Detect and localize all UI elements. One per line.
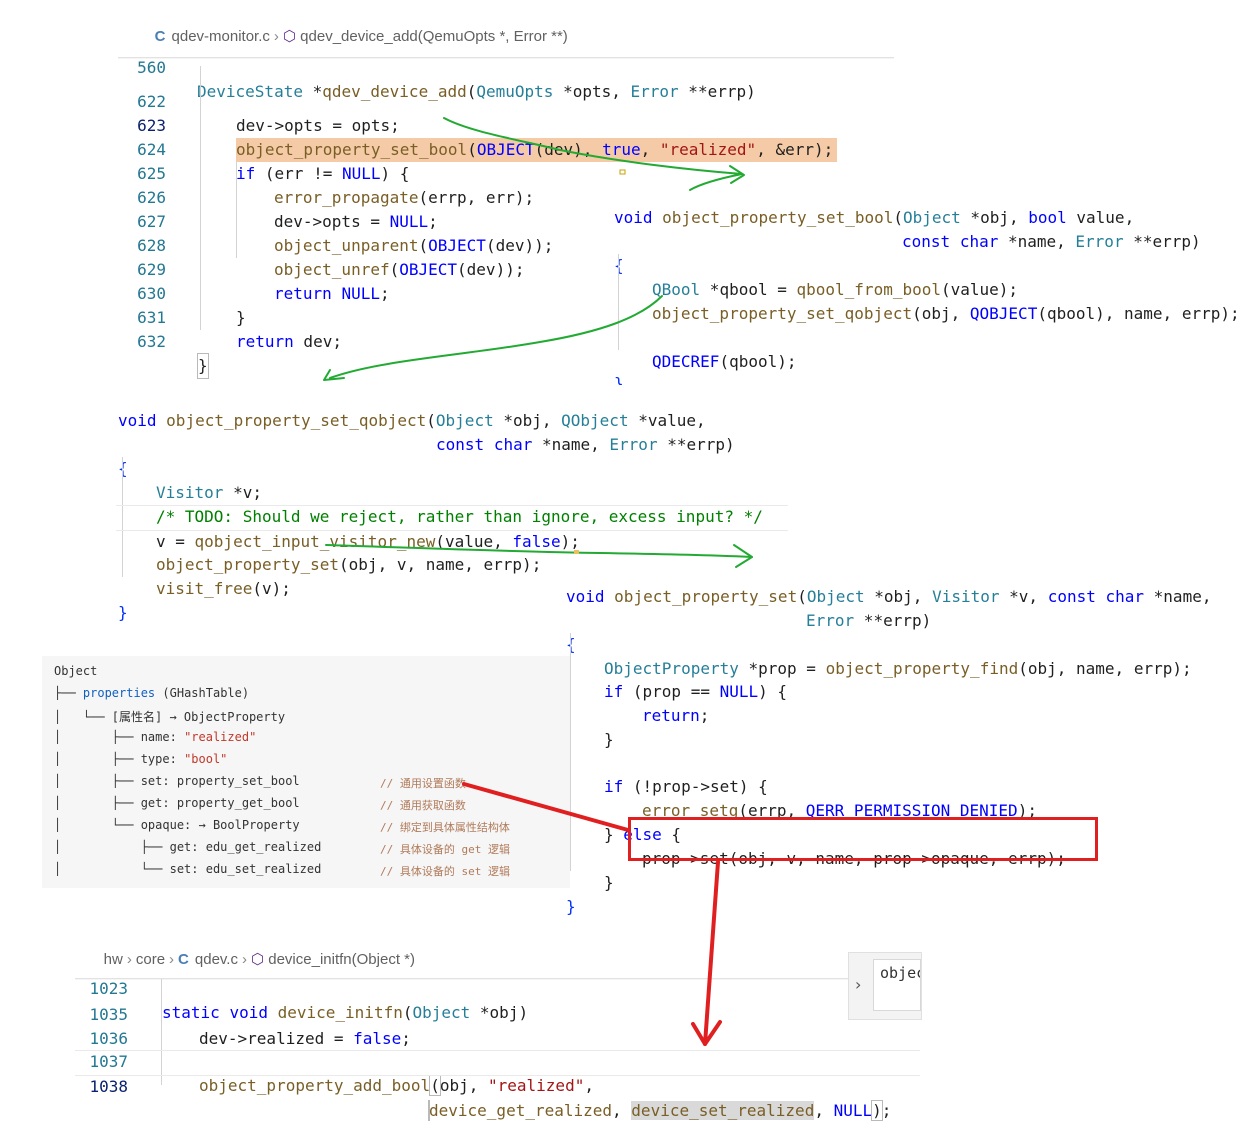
line-number: 632 — [137, 332, 166, 351]
code-line[interactable]: if (prop == NULL) { — [564, 656, 1224, 701]
code-line[interactable]: { — [116, 433, 788, 478]
tree-comment: // 绑定到具体属性结构体 — [380, 821, 510, 834]
sticky-scroll-line[interactable]: 560 DeviceState *qdev_device_add(QemuOpt… — [118, 32, 894, 101]
code-line[interactable]: if (!prop->set) { — [564, 751, 1224, 796]
tree-row: ├── properties (GHashTable) — [54, 686, 250, 700]
green-arrow-2-head — [323, 369, 345, 381]
tree-comment: // 通用设置函数 — [380, 777, 466, 790]
code-line[interactable]: } — [564, 704, 1224, 749]
code-line[interactable]: 622 dev->opts = opts; — [118, 66, 894, 135]
code-comment[interactable]: /* TODO: Should we reject, rather than i… — [116, 481, 788, 526]
code-line-current[interactable]: 623 object_property_set_bool(OBJECT(dev)… — [118, 90, 894, 162]
code-line[interactable]: void object_property_set_bool(Object *ob… — [612, 182, 1240, 227]
code-line[interactable]: return; — [564, 680, 1224, 725]
tree-row: │ └── opaque: → BoolProperty — [54, 818, 300, 832]
tree-row: │ ├── name: "realized" — [54, 730, 257, 744]
highlight-box-prop-set — [628, 817, 1098, 861]
tree-comment: // 具体设备的 set 逻辑 — [380, 865, 510, 878]
tree-row: │ ├── type: "bool" — [54, 752, 228, 766]
code-line[interactable]: Visitor *v; — [116, 457, 788, 502]
code-line[interactable]: } — [612, 348, 1240, 393]
line-number: 1038 — [89, 1077, 128, 1096]
tree-row: │ ├── get: edu_get_realized — [54, 840, 322, 854]
peek-input[interactable]: objec — [873, 959, 921, 1011]
peek-widget[interactable]: › objec — [848, 952, 922, 1020]
code-line[interactable]: 625 error_propagate(errp, err); — [118, 138, 894, 207]
code-line[interactable]: const char *name, Error **errp) — [116, 409, 788, 454]
object-tree-diagram: Object ├── properties (GHashTable) │ └──… — [42, 656, 570, 888]
code-line[interactable]: const char *name, Error **errp) — [612, 206, 1240, 251]
sticky-scroll-line[interactable]: 1023 static void device_initfn(Object *o… — [75, 953, 920, 1022]
tree-comment: // 具体设备的 get 逻辑 — [380, 843, 510, 856]
code-line[interactable]: object_property_set(obj, v, name, errp); — [116, 529, 788, 574]
code-line[interactable]: 1037 object_property_add_bool(obj, "real… — [75, 1026, 920, 1096]
code-line-current[interactable]: 1038 ​device_get_realized, device_set_re… — [75, 1050, 920, 1121]
chevron-right-icon[interactable]: › — [855, 975, 861, 994]
tree-row: │ └── set: edu_set_realized — [54, 862, 322, 876]
code-line[interactable]: Error **errp) — [564, 585, 1224, 630]
code-line[interactable]: 1036 — [75, 1003, 920, 1048]
code-line[interactable]: 1035 dev->realized = false; — [75, 979, 920, 1048]
code-line[interactable]: { — [612, 230, 1240, 275]
tree-root: Object — [54, 664, 98, 678]
code-line[interactable]: v = qobject_input_visitor_new(value, fal… — [116, 505, 788, 551]
snippet-set-bool: void object_property_set_bool(Object *ob… — [612, 182, 1240, 393]
code-line[interactable]: QDECREF(qbool); — [612, 326, 1240, 371]
sticky-shadow — [118, 57, 894, 59]
code-line[interactable]: object_property_set_qobject(obj, QOBJECT… — [612, 278, 1240, 323]
code-line[interactable]: } — [564, 871, 1224, 916]
tree-row: │ ├── get: property_get_bool — [54, 796, 300, 810]
code-line[interactable]: 624 if (err != NULL) { — [118, 114, 894, 183]
code-line[interactable]: { — [564, 609, 1224, 654]
code-line[interactable]: QBool *qbool = qbool_from_bool(value); — [612, 254, 1240, 299]
editor-panel-qdev: hw › core › Cqdev.c › ⬡ device_initfn(Object *… — [75, 925, 920, 1121]
code-line[interactable]: ObjectProperty *prop = object_property_f… — [564, 633, 1224, 678]
tree-row: │ ├── set: property_set_bool — [54, 774, 300, 788]
tree-comment: // 通用获取函数 — [380, 799, 466, 812]
tree-row: │ └── [属性名] → ObjectProperty — [54, 710, 286, 724]
code-line[interactable]: void object_property_set(Object *obj, Vi… — [564, 561, 1224, 606]
code-line[interactable]: void object_property_set_qobject(Object … — [116, 385, 788, 430]
code-line[interactable]: error_setg(errp, QERR_PERMISSION_DENIED)… — [564, 775, 1224, 820]
